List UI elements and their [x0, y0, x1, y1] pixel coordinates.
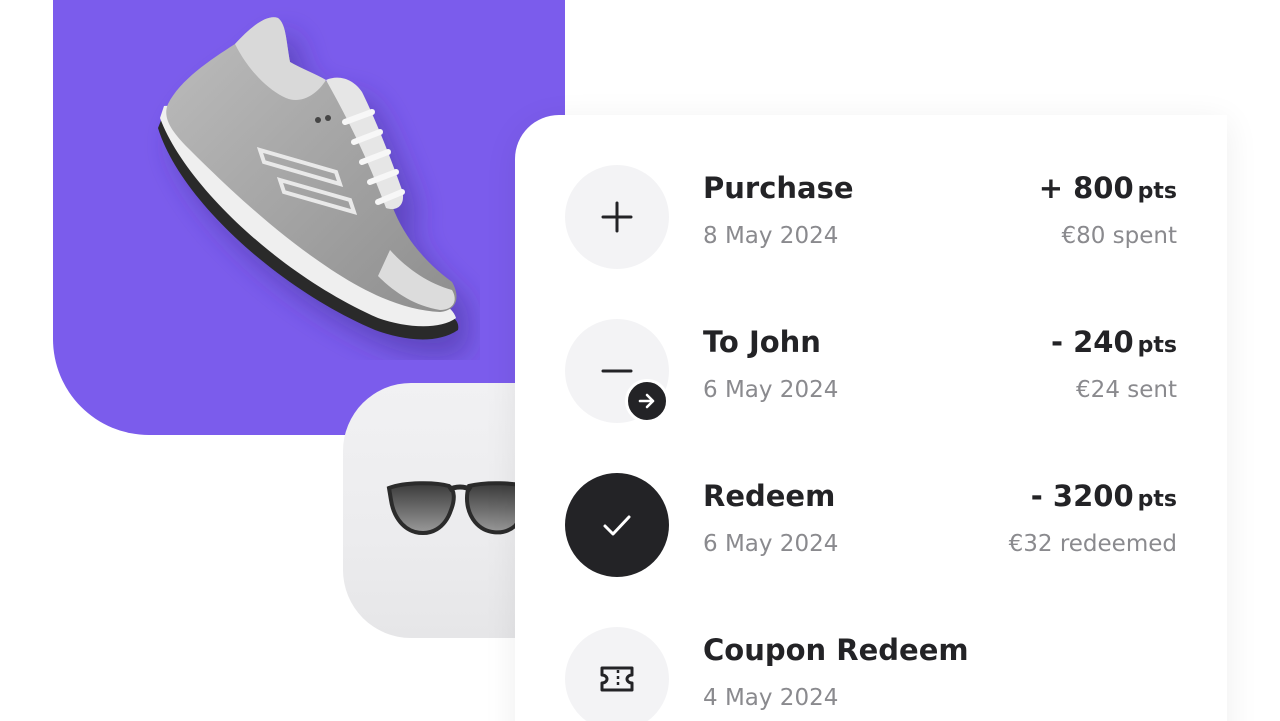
transfer-icon-circle — [565, 319, 669, 423]
transaction-title: Purchase — [703, 171, 854, 205]
amount-value: - 3200 — [1030, 479, 1134, 513]
rewards-promo-stage: Purchase 8 May 2024 + 800 pts €80 spent T… — [0, 0, 1280, 721]
transaction-subtext: €32 redeemed — [1008, 531, 1177, 557]
coupon-icon-circle — [565, 627, 669, 721]
transaction-date: 8 May 2024 — [703, 223, 839, 249]
transaction-amount: + 800 pts — [1039, 171, 1177, 205]
transaction-date: 6 May 2024 — [703, 531, 839, 557]
amount-unit: pts — [1137, 179, 1177, 204]
sneaker-image — [158, 17, 459, 340]
minus-icon — [601, 369, 633, 373]
transaction-row[interactable]: Coupon Redeem 4 May 2024 — [565, 627, 1177, 721]
transactions-card: Purchase 8 May 2024 + 800 pts €80 spent T… — [515, 115, 1227, 721]
transaction-date: 6 May 2024 — [703, 377, 839, 403]
transaction-row[interactable]: Purchase 8 May 2024 + 800 pts €80 spent — [565, 165, 1177, 269]
amount-unit: pts — [1137, 487, 1177, 512]
transaction-title: Coupon Redeem — [703, 633, 969, 667]
purchase-icon-circle — [565, 165, 669, 269]
sunglasses-image — [386, 481, 534, 535]
transaction-row[interactable]: To John 6 May 2024 - 240 pts €24 sent — [565, 319, 1177, 423]
transaction-row[interactable]: Redeem 6 May 2024 - 3200 pts €32 redeemed — [565, 473, 1177, 577]
plus-icon — [601, 201, 633, 233]
transaction-subtext: €24 sent — [1076, 377, 1177, 403]
transaction-amount: - 3200 pts — [1031, 479, 1177, 513]
amount-value: - 240 — [1050, 325, 1134, 359]
transaction-title: To John — [703, 325, 821, 359]
arrow-right-icon — [638, 393, 655, 409]
arrow-right-badge — [625, 379, 669, 423]
transaction-subtext: €80 spent — [1061, 223, 1177, 249]
transaction-amount: - 240 pts — [1051, 325, 1177, 359]
check-icon — [603, 515, 631, 536]
amount-value: + 800 — [1038, 171, 1134, 205]
redeem-icon-circle — [565, 473, 669, 577]
amount-unit: pts — [1137, 333, 1177, 358]
transaction-title: Redeem — [703, 479, 836, 513]
ticket-icon — [600, 666, 634, 692]
transaction-date: 4 May 2024 — [703, 685, 839, 711]
